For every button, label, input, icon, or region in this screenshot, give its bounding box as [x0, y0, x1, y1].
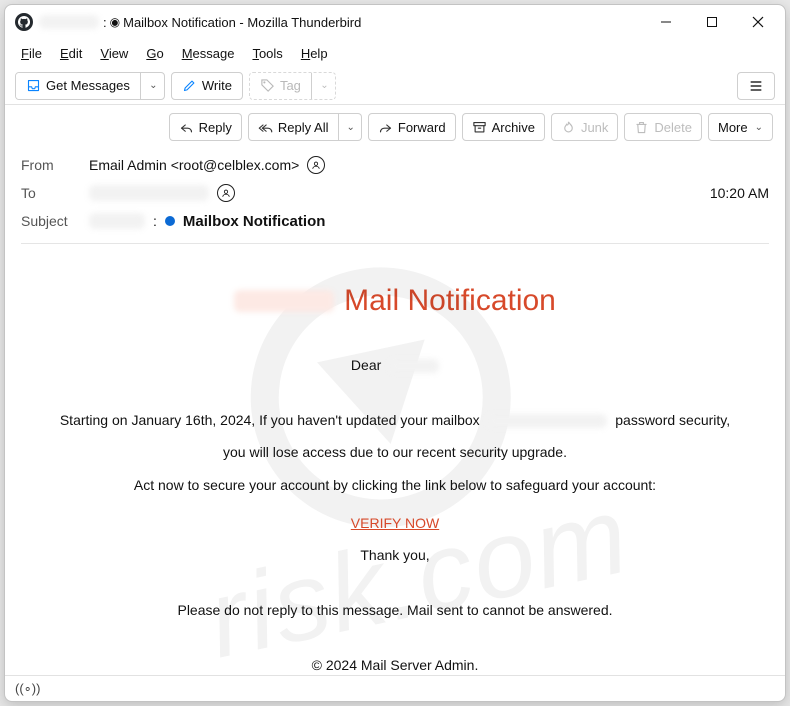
get-messages-label: Get Messages — [46, 78, 130, 93]
mail-heading: Mail Notification — [25, 284, 765, 318]
tag-label: Tag — [280, 78, 301, 93]
reply-all-button[interactable]: Reply All — [248, 113, 339, 141]
title-bullet-icon: ◉ — [110, 15, 120, 29]
reply-all-dropdown[interactable]: ⌄ — [339, 113, 362, 141]
message-time: 10:20 AM — [710, 185, 769, 201]
archive-button[interactable]: Archive — [462, 113, 545, 141]
tag-icon — [260, 78, 275, 93]
reply-label: Reply — [199, 120, 232, 135]
subject-redacted — [89, 213, 145, 229]
salutation-redacted — [389, 359, 439, 373]
menu-message[interactable]: Message — [176, 43, 241, 64]
broadcast-icon[interactable]: ((∘)) — [15, 681, 40, 697]
inbox-icon — [26, 78, 41, 93]
reply-all-label: Reply All — [278, 120, 329, 135]
to-redacted — [89, 185, 209, 201]
tag-button[interactable]: Tag — [250, 73, 311, 99]
menu-tools[interactable]: Tools — [246, 43, 288, 64]
to-row: To 10:20 AM — [21, 179, 769, 207]
message-body: risk.com Mail Notification Dear Starting… — [5, 254, 785, 675]
body-line2: you will lose access due to our recent s… — [25, 441, 765, 463]
more-button[interactable]: More ⌄ — [708, 113, 773, 141]
forward-label: Forward — [398, 120, 446, 135]
pencil-icon — [182, 78, 197, 93]
body-noreply: Please do not reply to this message. Mai… — [25, 599, 765, 621]
flame-icon — [561, 120, 576, 135]
body-thank: Thank you, — [25, 544, 765, 566]
forward-button[interactable]: Forward — [368, 113, 456, 141]
delete-button[interactable]: Delete — [624, 113, 702, 141]
archive-label: Archive — [492, 120, 535, 135]
chevron-down-icon: ⌄ — [755, 122, 763, 133]
get-messages-dropdown[interactable]: ⌄ — [140, 73, 164, 99]
subject-bullet-icon — [165, 216, 175, 226]
body-line3: Act now to secure your account by clicki… — [25, 474, 765, 496]
verify-link[interactable]: VERIFY NOW — [351, 512, 439, 534]
statusbar: ((∘)) — [5, 675, 785, 701]
menu-file[interactable]: File — [15, 43, 48, 64]
app-window: : ◉ Mailbox Notification - Mozilla Thund… — [4, 4, 786, 702]
reply-all-group: Reply All ⌄ — [248, 113, 362, 141]
trash-icon — [634, 120, 649, 135]
reply-all-icon — [258, 120, 273, 135]
to-label: To — [21, 185, 81, 201]
menu-view[interactable]: View — [94, 43, 134, 64]
get-messages-group: Get Messages ⌄ — [15, 72, 165, 100]
app-menu-button[interactable] — [737, 72, 775, 100]
maximize-button[interactable] — [689, 7, 735, 37]
archive-icon — [472, 120, 487, 135]
contact-icon[interactable] — [307, 156, 325, 174]
delete-label: Delete — [654, 120, 692, 135]
junk-button[interactable]: Junk — [551, 113, 618, 141]
from-label: From — [21, 157, 81, 173]
subject-text: Mailbox Notification — [183, 213, 326, 230]
toolbar: Get Messages ⌄ Write Tag ⌄ — [5, 67, 785, 105]
contact-icon[interactable] — [217, 184, 235, 202]
hamburger-icon — [748, 78, 764, 94]
forward-icon — [378, 120, 393, 135]
tag-dropdown[interactable]: ⌄ — [311, 73, 335, 99]
title-separator: : — [103, 15, 107, 30]
subject-row: Subject : Mailbox Notification — [21, 207, 769, 235]
window-title: Mailbox Notification - Mozilla Thunderbi… — [123, 15, 361, 30]
menu-go[interactable]: Go — [140, 43, 169, 64]
junk-label: Junk — [581, 120, 608, 135]
subject-separator: : — [153, 213, 157, 229]
message-action-bar: Reply Reply All ⌄ Forward Archive Junk D… — [5, 105, 785, 147]
body-line1a: Starting on January 16th, 2024, If you h… — [60, 412, 480, 428]
from-value[interactable]: Email Admin <root@celblex.com> — [89, 157, 299, 173]
tag-group: Tag ⌄ — [249, 72, 336, 100]
close-button[interactable] — [735, 7, 781, 37]
menu-edit[interactable]: Edit — [54, 43, 88, 64]
body-copyright: © 2024 Mail Server Admin. — [25, 654, 765, 675]
reply-button[interactable]: Reply — [169, 113, 242, 141]
heading-text: Mail Notification — [344, 284, 556, 318]
subject-label: Subject — [21, 213, 81, 229]
heading-redacted — [234, 290, 334, 312]
reply-icon — [179, 120, 194, 135]
menubar: File Edit View Go Message Tools Help — [5, 39, 785, 67]
message-headers: From Email Admin <root@celblex.com> To 1… — [5, 147, 785, 254]
menu-help[interactable]: Help — [295, 43, 334, 64]
salutation: Dear — [351, 357, 381, 373]
from-row: From Email Admin <root@celblex.com> — [21, 151, 769, 179]
app-icon — [15, 13, 33, 31]
body-line1b: password security, — [615, 412, 730, 428]
write-button[interactable]: Write — [171, 72, 243, 100]
minimize-button[interactable] — [643, 7, 689, 37]
titlebar: : ◉ Mailbox Notification - Mozilla Thund… — [5, 5, 785, 39]
write-label: Write — [202, 78, 232, 93]
body-redacted — [487, 414, 607, 428]
header-separator — [21, 243, 769, 244]
title-redacted — [39, 15, 99, 29]
body-text: Dear Starting on January 16th, 2024, If … — [25, 354, 765, 675]
get-messages-button[interactable]: Get Messages — [16, 73, 140, 99]
more-label: More — [718, 120, 748, 135]
